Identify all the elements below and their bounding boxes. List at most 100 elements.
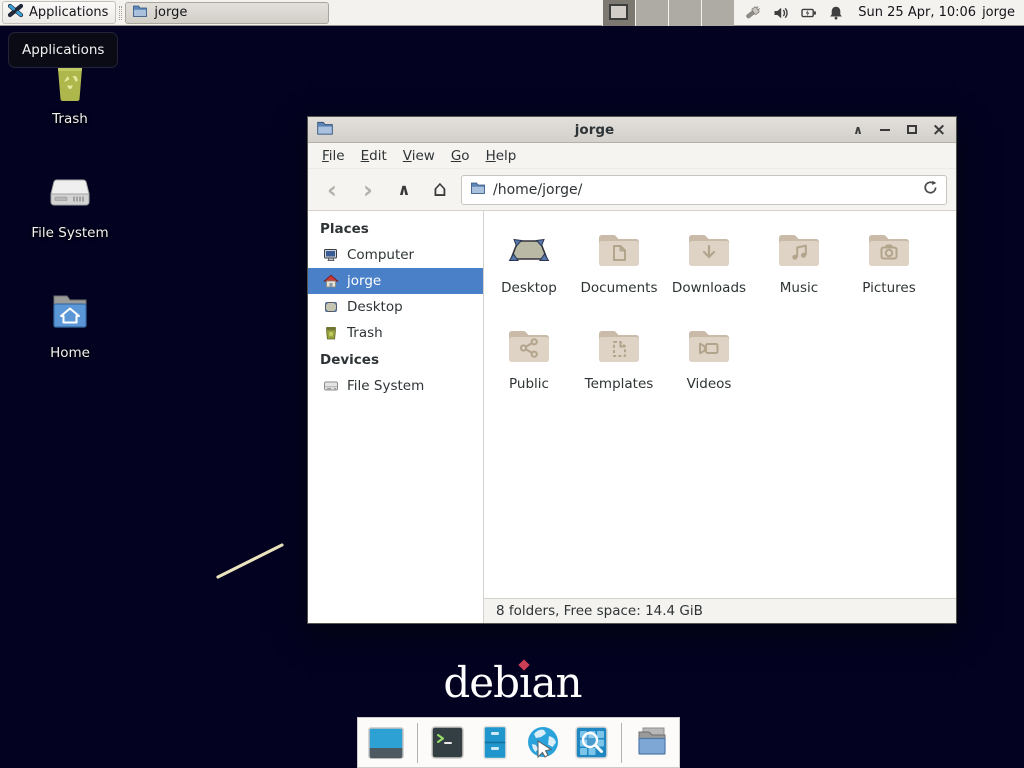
folder-item-label: Desktop [484,280,574,296]
desktop-icon-home[interactable]: Home [22,288,118,361]
icon-view[interactable]: Desktop Documents [484,211,956,598]
web-browser-launcher[interactable] [524,724,562,762]
trash-mini-icon [323,325,339,341]
sidebar-item-jorge[interactable]: jorge [308,268,483,294]
xfce-applications-icon [7,2,24,23]
minimize-button[interactable] [876,121,894,139]
panel-separator-handle [119,6,122,20]
taskbar-window-label: jorge [154,5,187,20]
dock-panel [357,717,680,768]
debian-logo-i: ı [519,658,531,707]
hard-drive-icon [46,201,94,220]
sidebar-header-places: Places [308,215,483,242]
desktop-icon-file-system[interactable]: File System [22,168,118,241]
location-bar[interactable]: /home/jorge/ [461,175,947,205]
folder-item-templates[interactable]: Templates [574,317,664,413]
debian-logo-text: deb [443,658,519,707]
desktop-pad-icon [505,226,553,274]
home-button[interactable]: ⌂ [425,175,455,205]
drive-mini-icon [323,378,339,394]
folder-item-public[interactable]: Public [484,317,574,413]
desktop-mini-icon [323,299,339,315]
folder-item-label: Pictures [844,280,934,296]
desktop-icon-label: Home [22,345,118,361]
window-titlebar[interactable]: jorge ∧ × [308,117,956,143]
statusbar-text: 8 folders, Free space: 14.4 GiB [496,603,703,619]
folder-item-label: Templates [574,376,664,392]
taskbar-folder-icon [132,3,148,23]
debian-logo-text: an [531,658,581,707]
notifications-icon[interactable] [828,5,844,21]
applications-menu-button[interactable]: Applications [2,1,116,24]
sidebar-item-label: Computer [347,247,414,263]
menu-help[interactable]: Help [478,145,525,167]
reload-icon[interactable] [923,180,938,199]
folder-item-label: Videos [664,376,754,392]
toolbar: ‹ › ∧ ⌂ /home/jorge/ [308,169,956,211]
folder-item-label: Public [484,376,574,392]
workspace-switcher [602,0,734,26]
maximize-button[interactable] [903,121,921,139]
folder-item-label: Music [754,280,844,296]
terminal-launcher[interactable] [429,724,466,761]
sidebar-header-devices: Devices [308,346,483,373]
folder-launcher[interactable] [633,724,671,762]
dock-separator [417,723,418,763]
battery-icon[interactable] [801,5,817,21]
up-button[interactable]: ∧ [389,175,419,205]
applications-tooltip: Applications [8,32,118,68]
workspace-window-preview [609,4,628,20]
sidebar-item-label: File System [347,378,424,394]
file-manager-window: jorge ∧ × File Edit View Go Help ‹ › ∧ ⌂… [307,116,957,624]
folder-item-music[interactable]: Music [754,221,844,317]
menu-file[interactable]: File [314,145,353,167]
file-manager-launcher[interactable] [477,724,513,761]
forward-button[interactable]: › [353,175,383,205]
back-button[interactable]: ‹ [317,175,347,205]
show-desktop-button[interactable] [366,724,406,762]
wallpaper-streak [213,540,287,582]
folder-view-pane: Desktop Documents [484,211,956,623]
dock-separator [621,723,622,763]
sidebar-item-trash[interactable]: Trash [308,320,483,346]
desktop-icon-label: File System [22,225,118,241]
sidebar-item-desktop[interactable]: Desktop [308,294,483,320]
sidebar-item-file-system[interactable]: File System [308,373,483,399]
computer-icon [323,247,339,263]
show-desktop-icon [366,724,406,762]
workspace-2[interactable] [635,0,668,26]
statusbar: 8 folders, Free space: 14.4 GiB [484,598,956,623]
panel-clock[interactable]: Sun 25 Apr, 10:06 [858,5,976,20]
folder-item-videos[interactable]: Videos [664,317,754,413]
workspace-1[interactable] [602,0,635,26]
folder-item-pictures[interactable]: Pictures [844,221,934,317]
home-icon [323,273,339,289]
peripheral-icon[interactable] [744,4,762,21]
menu-view[interactable]: View [395,145,443,167]
videos-folder-icon [685,322,733,370]
sidebar-item-label: jorge [347,273,381,289]
volume-icon[interactable] [773,5,790,21]
close-button[interactable]: × [930,121,948,139]
folder-item-desktop[interactable]: Desktop [484,221,574,317]
top-panel: Applications jorge [0,0,1024,26]
folder-item-downloads[interactable]: Downloads [664,221,754,317]
menu-edit[interactable]: Edit [353,145,395,167]
sidebar-item-computer[interactable]: Computer [308,242,483,268]
folder-item-label: Downloads [664,280,754,296]
menu-go[interactable]: Go [443,145,478,167]
workspace-3[interactable] [668,0,701,26]
downloads-folder-icon [685,226,733,274]
folder-item-documents[interactable]: Documents [574,221,664,317]
documents-folder-icon [595,226,643,274]
application-finder-launcher[interactable] [573,724,610,761]
window-folder-icon [316,119,334,141]
shade-button[interactable]: ∧ [849,121,867,139]
home-folder-icon [46,321,94,340]
path-text[interactable]: /home/jorge/ [493,182,916,198]
workspace-4[interactable] [701,0,734,26]
file-cabinet-icon [477,724,513,761]
taskbar-window-button[interactable]: jorge [125,2,329,24]
maximize-icon [907,125,917,134]
globe-browser-icon [524,724,562,762]
